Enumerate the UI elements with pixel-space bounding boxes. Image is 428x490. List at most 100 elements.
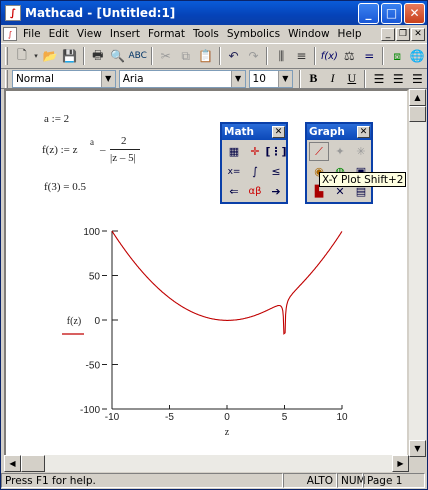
menu-view[interactable]: View: [73, 28, 106, 40]
mathcad-app-icon[interactable]: ∫: [5, 5, 21, 21]
document-icon[interactable]: ∫: [3, 27, 17, 41]
chevron-down-icon[interactable]: ▼: [100, 70, 115, 87]
status-message: Press F1 for help.: [1, 473, 283, 488]
xy-plot-icon[interactable]: ⟋: [309, 142, 329, 161]
undo-icon[interactable]: ↶: [224, 46, 244, 66]
graph-toolbar-icon[interactable]: ✛: [245, 142, 265, 161]
resource-center-icon[interactable]: 🌐: [407, 46, 427, 66]
toolbar-separator: [82, 47, 85, 65]
definition-f-minus: –: [100, 144, 106, 156]
copy-icon[interactable]: ⧉: [176, 46, 196, 66]
fraction-bar: [110, 149, 140, 150]
doc-restore-button[interactable]: ❐: [396, 27, 410, 41]
menu-file[interactable]: File: [19, 28, 45, 40]
calculus-toolbar-icon[interactable]: ∫: [245, 162, 265, 181]
insert-function-icon[interactable]: f(x): [319, 46, 339, 66]
toolbar-grip[interactable]: [5, 69, 8, 88]
style-select-value: Normal: [15, 72, 54, 85]
definition-a[interactable]: a := 2: [44, 113, 69, 125]
horizontal-scrollbar[interactable]: ◀ ▶: [4, 455, 409, 472]
font-select[interactable]: Aria ▼: [118, 69, 246, 88]
font-size-select[interactable]: 10 ▼: [248, 69, 293, 88]
horizontal-scroll-thumb[interactable]: [21, 455, 45, 472]
toolbar-separator: [314, 47, 317, 65]
minimize-button[interactable]: _: [358, 2, 379, 24]
style-select[interactable]: Normal ▼: [11, 69, 116, 88]
chevron-down-icon[interactable]: ▼: [277, 70, 292, 87]
spell-check-icon[interactable]: ABC: [128, 46, 148, 66]
redo-icon[interactable]: ↷: [244, 46, 264, 66]
vertical-scroll-thumb[interactable]: [409, 106, 426, 122]
y-tick-label: 50: [89, 272, 101, 283]
save-icon[interactable]: 💾: [60, 46, 80, 66]
print-icon[interactable]: 🖶: [88, 46, 108, 66]
open-folder-icon[interactable]: 📂: [40, 46, 60, 66]
new-document-icon[interactable]: 🗋: [12, 46, 32, 66]
polar-plot-icon[interactable]: ✦: [330, 142, 350, 161]
y-axis-label: f(z): [67, 316, 81, 327]
y-tick-label: 0: [94, 316, 100, 327]
matrix-toolbar-icon[interactable]: [⋮]: [265, 142, 286, 161]
scroll-right-arrow-icon[interactable]: ▶: [392, 455, 409, 472]
scroll-left-arrow-icon[interactable]: ◀: [4, 455, 21, 472]
evaluation-f3[interactable]: f(3) = 0.5: [44, 181, 86, 193]
dropdown-arrow-icon[interactable]: ▾: [32, 46, 40, 66]
x-tick-label: -10: [105, 412, 120, 423]
menu-insert[interactable]: Insert: [106, 28, 144, 40]
chevron-down-icon[interactable]: ▼: [230, 70, 245, 87]
doc-minimize-button[interactable]: _: [381, 27, 395, 41]
x-tick-label: -5: [165, 412, 174, 423]
math-palette-titlebar[interactable]: Math ✕: [222, 124, 286, 140]
math-palette-close-button[interactable]: ✕: [272, 126, 285, 138]
cut-icon[interactable]: ✂: [156, 46, 176, 66]
menu-tools[interactable]: Tools: [189, 28, 223, 40]
toolbar-separator: [150, 47, 153, 65]
boolean-toolbar-icon[interactable]: ≤: [266, 162, 286, 181]
paste-icon[interactable]: 📋: [196, 46, 216, 66]
calculate-icon[interactable]: =: [359, 46, 379, 66]
graph-palette: Graph ✕ ⟋ ✦ ✳ ◉ ◍ ▣ ▙ ✕ ▤: [305, 122, 373, 204]
evaluation-toolbar-icon[interactable]: x=: [224, 162, 244, 181]
align-down-icon[interactable]: ≡: [291, 46, 311, 66]
definition-f-denominator: |z – 5|: [110, 152, 136, 164]
maximize-button[interactable]: □: [381, 2, 402, 24]
trace-icon[interactable]: ✳: [351, 142, 371, 161]
definition-f-lhs: f(z) := z: [42, 144, 78, 156]
scroll-down-arrow-icon[interactable]: ▼: [409, 440, 426, 457]
doc-close-button[interactable]: ✕: [411, 27, 425, 41]
align-right-icon[interactable]: ☰: [408, 69, 427, 89]
greek-toolbar-icon[interactable]: αβ: [245, 182, 265, 201]
bold-button[interactable]: B: [304, 69, 323, 89]
underline-button[interactable]: U: [342, 69, 361, 89]
mathcad-window: ∫ Mathcad - [Untitled:1] _ □ ✕ ∫ File Ed…: [0, 0, 428, 490]
toolbar-grip[interactable]: [5, 47, 8, 65]
menu-format[interactable]: Format: [144, 28, 189, 40]
graph-palette-close-button[interactable]: ✕: [357, 126, 370, 138]
align-across-icon[interactable]: ⫼: [271, 46, 291, 66]
italic-button[interactable]: I: [323, 69, 342, 89]
font-size-value: 10: [252, 72, 266, 85]
align-left-icon[interactable]: ☰: [369, 69, 388, 89]
component-icon[interactable]: ⧈: [387, 46, 407, 66]
xy-plot[interactable]: 100500-50-100-10 -5 0 5 10f(z)z: [54, 221, 354, 451]
status-bar: Press F1 for help. ALTO NUM Page 1: [1, 472, 427, 489]
menu-window[interactable]: Window: [284, 28, 333, 40]
y-tick-label: 100: [83, 227, 100, 238]
align-center-icon[interactable]: ☰: [389, 69, 408, 89]
graph-palette-titlebar[interactable]: Graph ✕: [307, 124, 371, 140]
print-preview-icon[interactable]: 🔍: [108, 46, 128, 66]
vertical-scrollbar[interactable]: ▲ ▼: [409, 89, 426, 457]
y-tick-label: -100: [80, 405, 100, 416]
close-button[interactable]: ✕: [404, 2, 425, 24]
symbolic-toolbar-icon[interactable]: ➔: [266, 182, 286, 201]
scroll-up-arrow-icon[interactable]: ▲: [409, 89, 426, 106]
menu-help[interactable]: Help: [334, 28, 366, 40]
calculator-toolbar-icon[interactable]: ▦: [224, 142, 244, 161]
title-bar[interactable]: ∫ Mathcad - [Untitled:1] _ □ ✕: [1, 1, 427, 25]
font-select-value: Aria: [122, 72, 144, 85]
menu-edit[interactable]: Edit: [45, 28, 73, 40]
programming-toolbar-icon[interactable]: ⇐: [224, 182, 244, 201]
menu-symbolics[interactable]: Symbolics: [223, 28, 284, 40]
insert-unit-icon[interactable]: ⚖: [339, 46, 359, 66]
definition-f-numerator: 2: [121, 135, 127, 147]
